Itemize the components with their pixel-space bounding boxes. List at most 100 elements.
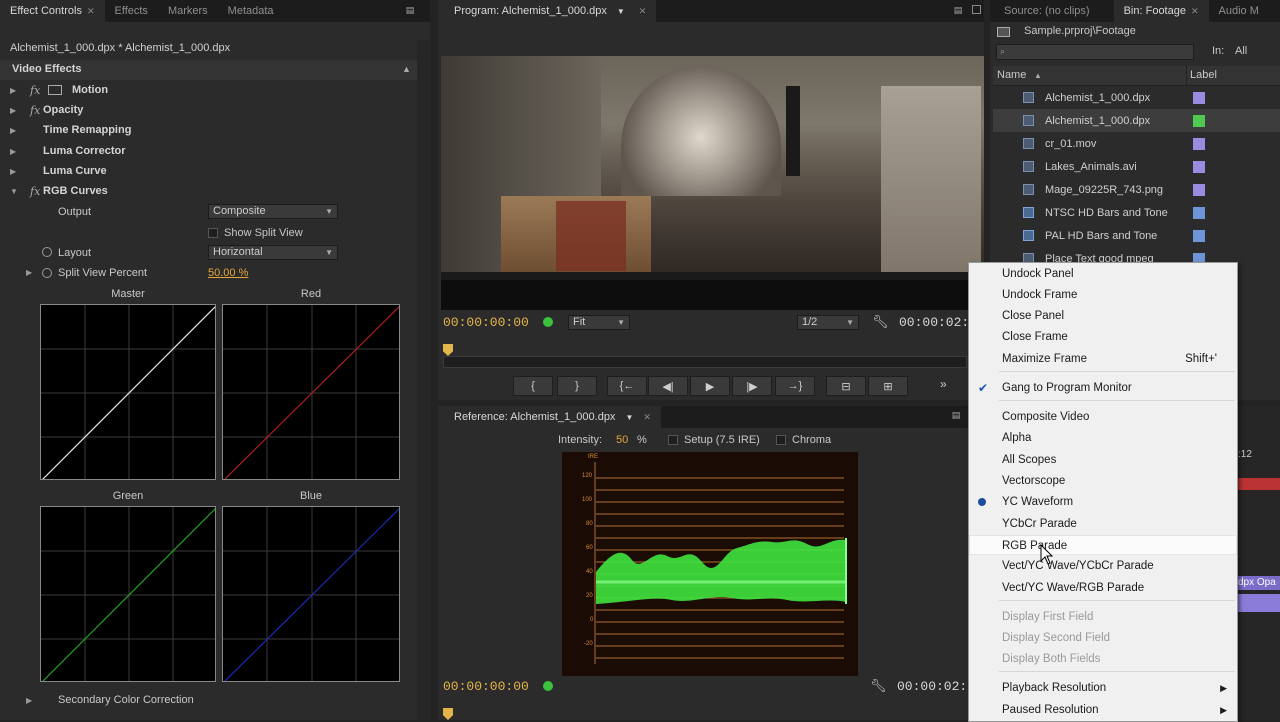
menu-item-alpha[interactable]: Alpha (969, 428, 1237, 448)
program-scrubber[interactable] (443, 356, 967, 368)
menu-item-ycbcr-parade[interactable]: YCbCr Parade (969, 514, 1237, 534)
tab-source[interactable]: Source: (no clips) (990, 0, 1100, 22)
expand-triangle-icon[interactable]: ▶ (10, 167, 20, 176)
tab-metadata[interactable]: Metadata (218, 0, 284, 22)
expand-triangle-icon[interactable]: ▶ (10, 147, 20, 156)
bin-item[interactable]: Mage_09225R_743.png (993, 178, 1280, 201)
mark-in-button[interactable]: { (513, 376, 553, 396)
effect-row-time-remapping[interactable]: ▶ Time Remapping (10, 120, 410, 140)
tab-markers[interactable]: Markers (158, 0, 218, 22)
timeline-clip-body[interactable] (1238, 594, 1280, 612)
tab-effect-controls[interactable]: Effect Controls ✕ (0, 0, 105, 22)
bin-item-selected[interactable]: Alchemist_1_000.dpx (993, 109, 1280, 132)
menu-item-rgb-parade[interactable]: RGB Parade (969, 535, 1237, 555)
wrench-icon[interactable]: 🔧︎ (870, 678, 887, 694)
menu-item-yc-waveform[interactable]: YC Waveform (969, 492, 1237, 512)
curve-blue[interactable] (222, 506, 400, 682)
expand-triangle-icon[interactable]: ▶ (10, 126, 20, 135)
close-icon[interactable]: ✕ (87, 6, 95, 17)
checkbox-box[interactable] (208, 228, 218, 238)
split-view-percent-value[interactable]: 50.00 % (208, 267, 248, 279)
curve-red[interactable] (222, 304, 400, 480)
go-to-in-button[interactable]: {← (607, 376, 647, 396)
fx-icon[interactable]: fx (30, 84, 46, 97)
maximize-icon[interactable] (972, 5, 981, 14)
menu-item-vect-yc-wave-rgb-parade[interactable]: Vect/YC Wave/RGB Parade (969, 578, 1237, 598)
menu-item-undock-panel[interactable]: Undock Panel (969, 264, 1237, 284)
in-filter-value[interactable]: All (1235, 45, 1247, 57)
tab-audio-mixer[interactable]: Audio M (1209, 0, 1269, 22)
show-split-view-checkbox[interactable]: Show Split View (208, 227, 303, 239)
tab-effects[interactable]: Effects (105, 0, 158, 22)
mark-out-button[interactable]: } (557, 376, 597, 396)
expand-triangle-icon[interactable]: ▶ (26, 268, 32, 277)
close-icon[interactable]: ✕ (1191, 6, 1199, 17)
effect-row-rgb-curves[interactable]: ▼ fx RGB Curves (10, 181, 410, 201)
checkbox-box[interactable] (776, 435, 786, 445)
effect-row-luma-curve[interactable]: ▶ Luma Curve (10, 161, 410, 181)
effect-row-opacity[interactable]: ▶ fx Opacity (10, 100, 410, 120)
close-icon[interactable]: ✕ (643, 412, 651, 423)
chevron-down-icon[interactable]: ▼ (625, 413, 633, 422)
expand-triangle-icon[interactable]: ▶ (26, 696, 32, 705)
stopwatch-icon[interactable] (42, 268, 52, 278)
curve-green[interactable] (40, 506, 216, 682)
chroma-checkbox[interactable]: Chroma (776, 434, 831, 446)
menu-item-vect-yc-wave-ycbcr-parade[interactable]: Vect/YC Wave/YCbCr Parade (969, 556, 1237, 576)
expand-triangle-icon[interactable]: ▶ (10, 86, 20, 95)
setup-checkbox[interactable]: Setup (7.5 IRE) (668, 434, 760, 446)
close-icon[interactable]: ✕ (639, 6, 647, 17)
column-name[interactable]: Name (997, 69, 1026, 81)
timeline-clip[interactable]: dpx Opa (1238, 576, 1280, 590)
program-timecode-in[interactable]: 00:00:00:00 (443, 315, 529, 330)
bin-item[interactable]: PAL HD Bars and Tone (993, 224, 1280, 247)
secondary-color-correction-label[interactable]: Secondary Color Correction (58, 694, 194, 706)
column-label[interactable]: Label (1190, 69, 1217, 81)
bin-item[interactable]: NTSC HD Bars and Tone (993, 201, 1280, 224)
menu-item-paused-resolution[interactable]: Paused Resolution ▶ (969, 700, 1237, 720)
menu-item-playback-resolution[interactable]: Playback Resolution ▶ (969, 678, 1237, 698)
step-forward-button[interactable]: |▶ (732, 376, 772, 396)
checkbox-box[interactable] (668, 435, 678, 445)
effect-row-luma-corrector[interactable]: ▶ Luma Corrector (10, 141, 410, 161)
lift-button[interactable]: ⊟ (826, 376, 866, 396)
more-controls-icon[interactable]: » (940, 377, 947, 391)
menu-item-close-frame[interactable]: Close Frame (969, 327, 1237, 347)
bin-item[interactable]: cr_01.mov (993, 132, 1280, 155)
panel-menu-icon[interactable]: ▤ (404, 5, 416, 15)
collapse-icon[interactable]: ▲ (402, 64, 411, 74)
menu-item-close-panel[interactable]: Close Panel (969, 306, 1237, 326)
wrench-icon[interactable]: 🔧︎ (872, 314, 889, 330)
curve-master[interactable] (40, 304, 216, 480)
layout-dropdown[interactable]: Horizontal ▼ (208, 245, 338, 260)
menu-item-gang-to-program-monitor[interactable]: ✔ Gang to Program Monitor (969, 378, 1237, 398)
expand-triangle-icon[interactable]: ▶ (10, 106, 20, 115)
tab-reference[interactable]: Reference: Alchemist_1_000.dpx ▼ ✕ (438, 406, 661, 428)
bin-item[interactable]: Lakes_Animals.avi (993, 155, 1280, 178)
panel-menu-icon[interactable]: ▤ (952, 5, 964, 15)
step-back-button[interactable]: ◀| (648, 376, 688, 396)
expanded-triangle-icon[interactable]: ▼ (10, 187, 20, 196)
bin-search-input[interactable]: ⌕ (996, 44, 1194, 60)
menu-item-vectorscope[interactable]: Vectorscope (969, 471, 1237, 491)
scrollbar[interactable] (417, 40, 429, 720)
panel-menu-icon[interactable]: ▤ (950, 410, 962, 420)
chevron-down-icon[interactable]: ▼ (617, 7, 625, 16)
tab-program[interactable]: Program: Alchemist_1_000.dpx ▼ ✕ (438, 0, 657, 22)
reference-timecode-in[interactable]: 00:00:00:00 (443, 679, 529, 694)
resolution-dropdown[interactable]: 1/2 ▼ (797, 315, 859, 330)
tab-bin-footage[interactable]: Bin: Footage ✕ (1113, 0, 1209, 22)
bin-item[interactable]: Alchemist_1_000.dpx (993, 86, 1280, 109)
menu-item-maximize-frame[interactable]: Maximize Frame Shift+' (969, 349, 1237, 369)
menu-item-all-scopes[interactable]: All Scopes (969, 450, 1237, 470)
extract-button[interactable]: ⊞ (868, 376, 908, 396)
intensity-value[interactable]: 50 (616, 434, 628, 446)
fit-dropdown[interactable]: Fit ▼ (568, 315, 630, 330)
effect-row-motion[interactable]: ▶ fx Motion (10, 80, 410, 100)
menu-item-composite-video[interactable]: Composite Video (969, 407, 1237, 427)
stopwatch-icon[interactable] (42, 247, 52, 257)
go-to-out-button[interactable]: →} (775, 376, 815, 396)
output-dropdown[interactable]: Composite ▼ (208, 204, 338, 219)
play-button[interactable]: ▶ (690, 376, 730, 396)
menu-item-undock-frame[interactable]: Undock Frame (969, 285, 1237, 305)
